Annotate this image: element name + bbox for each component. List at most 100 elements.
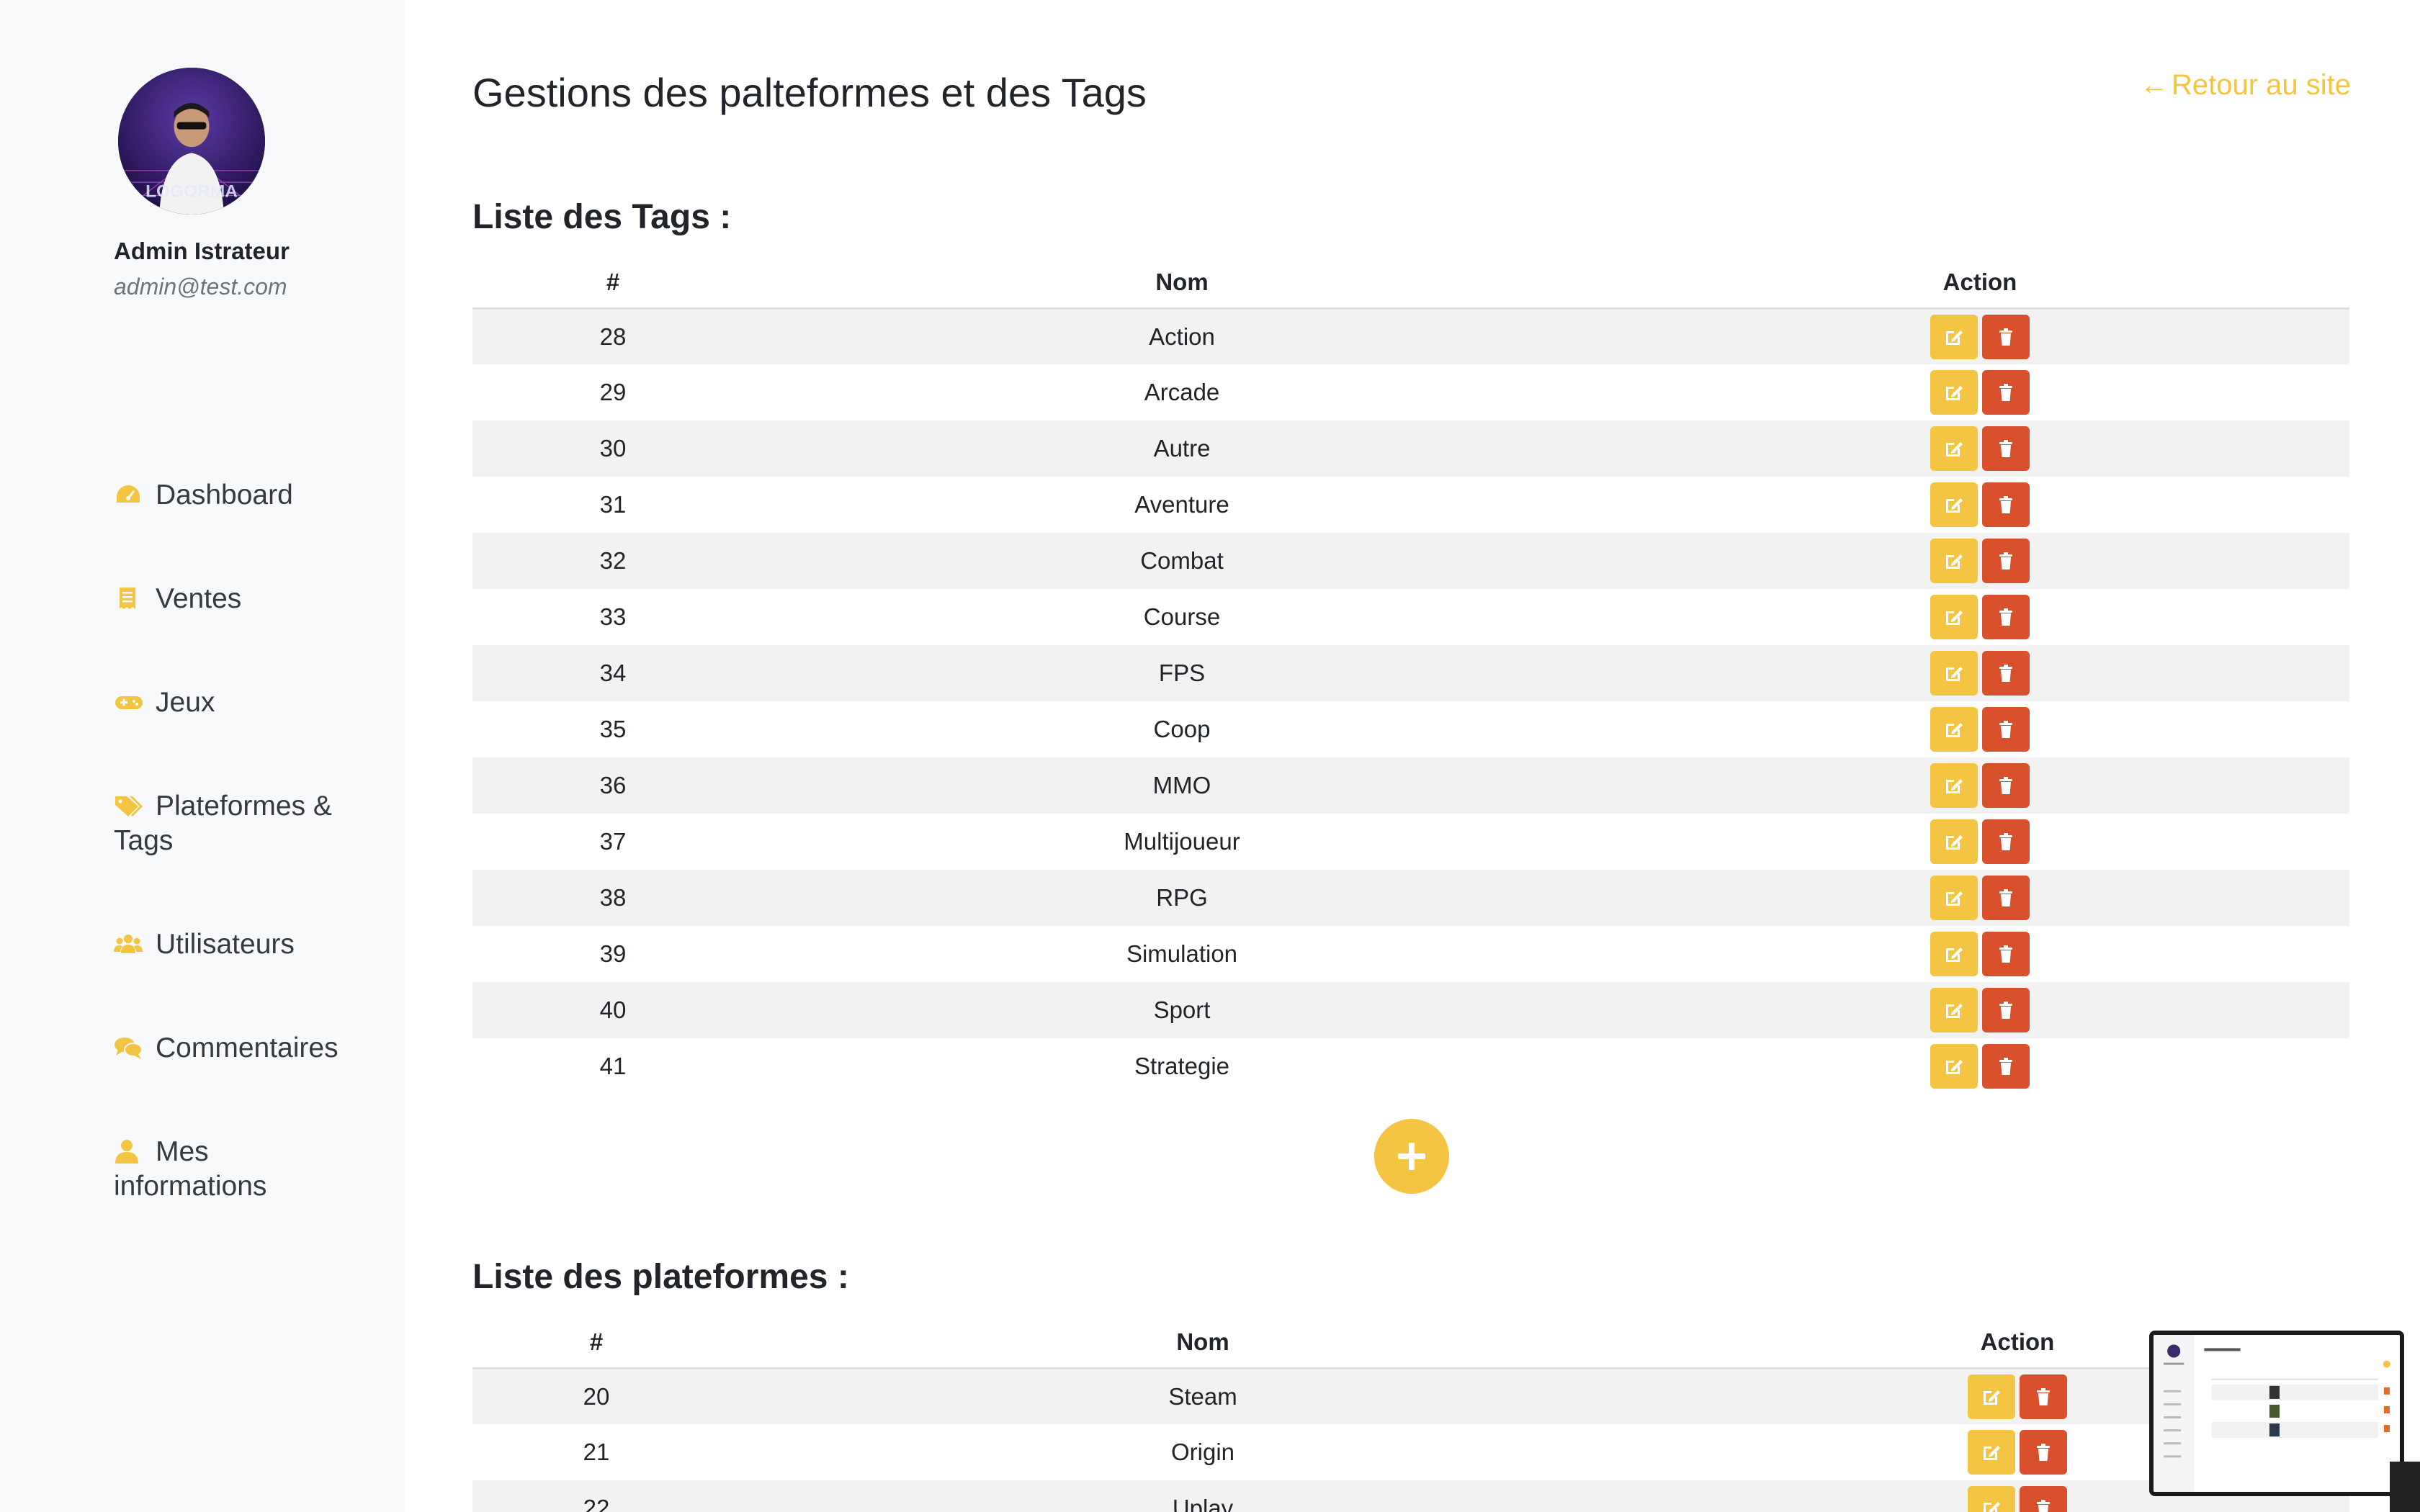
edit-button[interactable] [1930, 426, 1978, 471]
delete-button[interactable] [2020, 1430, 2067, 1475]
cell-name: FPS [1158, 660, 1206, 686]
col-header-id: # [472, 1318, 720, 1369]
receipt-icon [114, 586, 143, 611]
nav-utilisateurs[interactable]: Utilisateurs [114, 927, 359, 962]
cell-id: 20 [583, 1382, 610, 1410]
delete-button[interactable] [1982, 707, 2030, 752]
back-to-site-link[interactable]: ← Retour au site [2140, 69, 2351, 102]
edit-icon [1984, 1390, 2000, 1405]
edit-button[interactable] [1930, 314, 1978, 359]
nav-mes-informations[interactable]: Mes informations [114, 1135, 359, 1204]
table-row: 28 Action [472, 308, 2349, 364]
cell-name: Combat [1140, 547, 1224, 574]
cell-name: Strategie [1134, 1053, 1230, 1079]
cell-id: 31 [599, 491, 627, 518]
svg-text:LOGORMA: LOGORMA [145, 182, 238, 202]
edit-button[interactable] [1930, 763, 1978, 808]
edit-button[interactable] [1930, 595, 1978, 639]
cell-id: 41 [599, 1053, 627, 1079]
edit-button[interactable] [1968, 1374, 2015, 1419]
edit-button[interactable] [1930, 707, 1978, 752]
nav-label: Commentaires [156, 1032, 339, 1063]
trash-icon [1999, 665, 2012, 682]
trash-icon [1999, 1002, 2012, 1019]
edit-button[interactable] [1930, 539, 1978, 583]
table-row: 21 Origin [472, 1424, 2349, 1480]
delete-button[interactable] [1982, 539, 2030, 583]
trash-icon [1999, 889, 2012, 906]
nav-ventes[interactable]: Ventes [114, 582, 359, 616]
edit-icon [1946, 667, 1963, 681]
delete-button[interactable] [1982, 651, 2030, 696]
add-tag-button[interactable] [1374, 1119, 1449, 1194]
edit-button[interactable] [1930, 932, 1978, 976]
table-row: 38 RPG [472, 870, 2349, 926]
delete-button[interactable] [1982, 595, 2030, 639]
screenshot-thumbnail[interactable] [2149, 1331, 2404, 1496]
delete-button[interactable] [2020, 1486, 2067, 1512]
delete-button[interactable] [1982, 314, 2030, 359]
edit-button[interactable] [1968, 1486, 2015, 1512]
tags-table: # Nom Action 28 Action 29 Arcade 30 Autre 31 Av… [472, 258, 2349, 1094]
delete-button[interactable] [1982, 932, 2030, 976]
delete-button[interactable] [1982, 426, 2030, 471]
user-email: admin@test.com [114, 274, 287, 300]
edit-icon [1946, 498, 1963, 513]
table-row: 33 Course [472, 589, 2349, 645]
edit-button[interactable] [1930, 651, 1978, 696]
edit-icon [1946, 554, 1963, 569]
delete-button[interactable] [1982, 370, 2030, 415]
cell-id: 32 [599, 547, 627, 574]
nav-commentaires[interactable]: Commentaires [114, 1031, 359, 1066]
delete-button[interactable] [1982, 482, 2030, 527]
cell-id: 34 [599, 660, 627, 686]
cell-name: Course [1143, 603, 1221, 630]
arrow-left-icon: ← [2139, 69, 2169, 101]
table-header-row: # Nom Action [472, 1318, 2349, 1369]
cell-id: 33 [599, 603, 627, 630]
trash-icon [1999, 496, 2012, 513]
cell-action [1610, 1038, 2349, 1094]
avatar-image: LOGORMA [118, 68, 265, 215]
cell-id: 36 [599, 772, 627, 798]
edit-button[interactable] [1930, 482, 1978, 527]
delete-button[interactable] [2020, 1374, 2067, 1419]
delete-button[interactable] [1982, 763, 2030, 808]
edit-button[interactable] [1930, 1044, 1978, 1089]
cell-name: Autre [1153, 435, 1211, 462]
cell-name: Steam [1168, 1382, 1237, 1410]
cell-name: MMO [1152, 772, 1211, 798]
table-row: 41 Strategie [472, 1038, 2349, 1094]
edit-button[interactable] [1930, 819, 1978, 864]
table-row: 31 Aventure [472, 477, 2349, 533]
avatar: LOGORMA [118, 68, 265, 215]
cell-name: Multijoueur [1124, 828, 1240, 855]
cell-action [1610, 645, 2349, 701]
cell-action [1610, 477, 2349, 533]
edit-button[interactable] [1930, 370, 1978, 415]
nav-plateformes-tags[interactable]: Plateformes & Tags [114, 789, 359, 858]
table-row: 37 Multijoueur [472, 814, 2349, 870]
cell-id: 40 [599, 996, 627, 1023]
users-icon [114, 932, 143, 956]
table-row: 40 Sport [472, 982, 2349, 1038]
edit-button[interactable] [1968, 1430, 2015, 1475]
col-header-id: # [472, 258, 753, 310]
delete-button[interactable] [1982, 988, 2030, 1032]
edit-icon [1946, 1004, 1963, 1018]
plus-icon [1398, 1143, 1425, 1170]
col-header-name: Nom [753, 258, 1610, 310]
cell-name: Action [1149, 323, 1215, 350]
edit-button[interactable] [1930, 876, 1978, 920]
nav-dashboard[interactable]: Dashboard [114, 478, 359, 513]
trash-icon [1999, 552, 2012, 570]
edit-button[interactable] [1930, 988, 1978, 1032]
nav-label: Dashboard [156, 480, 293, 510]
delete-button[interactable] [1982, 1044, 2030, 1089]
table-row: 30 Autre [472, 420, 2349, 477]
nav-jeux[interactable]: Jeux [114, 685, 359, 720]
delete-button[interactable] [1982, 819, 2030, 864]
cell-id: 37 [599, 828, 627, 855]
col-header-name: Nom [720, 1318, 1685, 1369]
delete-button[interactable] [1982, 876, 2030, 920]
